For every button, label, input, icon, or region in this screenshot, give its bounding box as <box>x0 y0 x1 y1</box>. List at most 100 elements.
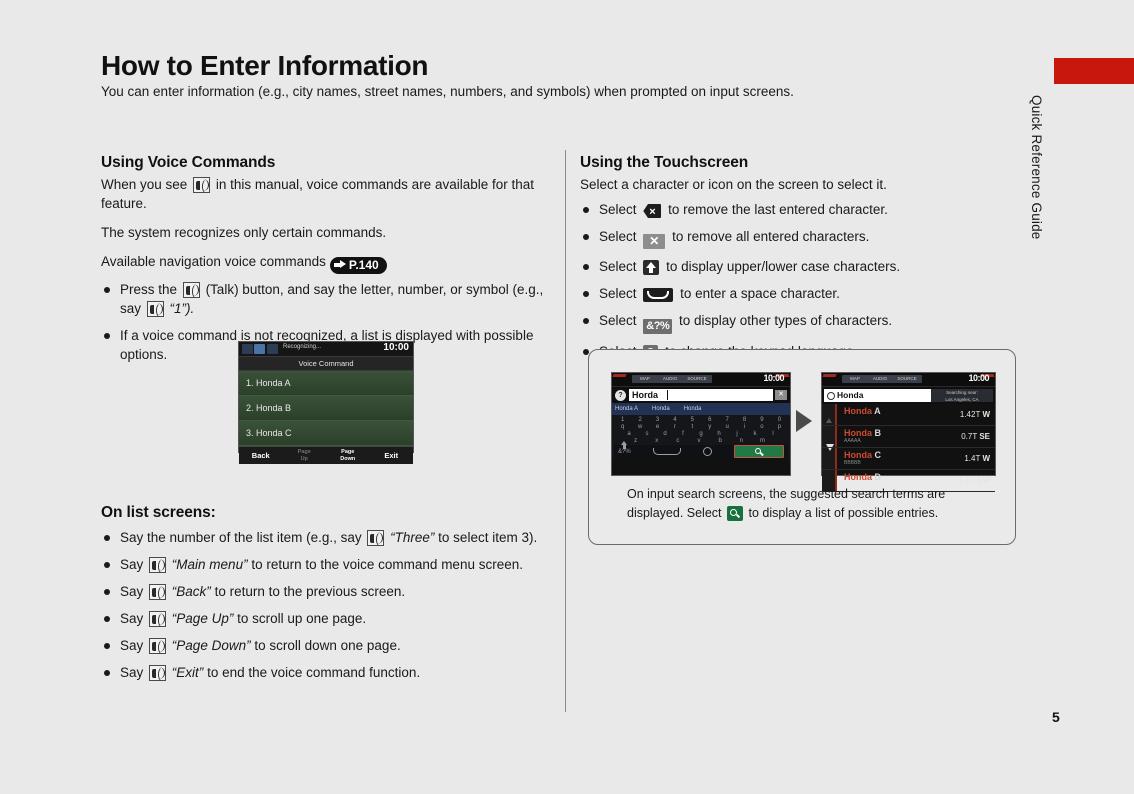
key[interactable]: 2 <box>631 417 648 423</box>
map-button[interactable]: MAP <box>632 375 658 383</box>
key[interactable]: 8 <box>736 417 753 423</box>
key[interactable]: d <box>656 431 674 437</box>
page-up-button[interactable]: Page Up <box>283 449 327 463</box>
symbols-key[interactable]: &?% <box>618 449 631 455</box>
bullet-1-post: “1”). <box>169 301 195 316</box>
caption-part-b: to display a list of possible entries. <box>748 506 939 520</box>
exit-button[interactable]: Exit <box>370 451 414 460</box>
key[interactable]: b <box>710 438 731 444</box>
voice-command-title: Voice Command <box>239 357 413 371</box>
key[interactable]: o <box>753 424 770 430</box>
key[interactable]: m <box>752 438 773 444</box>
decor-left-stripe <box>822 374 837 377</box>
suggestion-item[interactable]: Honda <box>652 406 670 412</box>
search-field[interactable]: Honda <box>824 389 931 402</box>
input-search-illustration: MAP AUDIO SOURCE 10:00 ? Horda ✕ Honda A… <box>588 349 1016 545</box>
map-button[interactable]: MAP <box>842 375 868 383</box>
audio-button[interactable]: AUDIO <box>867 375 893 383</box>
key[interactable]: p <box>771 424 788 430</box>
page-down-button[interactable]: Page Down <box>326 449 370 463</box>
key[interactable]: 3 <box>649 417 666 423</box>
back-button[interactable]: Back <box>239 451 283 460</box>
page-title: How to Enter Information <box>101 50 429 81</box>
key[interactable]: u <box>718 424 735 430</box>
voice-command-list: 1. Honda A 2. Honda B 3. Honda C <box>239 371 413 446</box>
key[interactable]: 0 <box>771 417 788 423</box>
list-item[interactable]: 1. Honda A <box>239 371 413 396</box>
list-item[interactable]: 3. Honda C <box>239 421 413 446</box>
key[interactable]: n <box>731 438 752 444</box>
on-list-screens-heading: On list screens: <box>101 504 216 521</box>
list-item: Select ✕ to remove all entered character… <box>580 227 1020 249</box>
voice-para-1: When you see in this manual, voice comma… <box>101 175 551 213</box>
key[interactable]: 6 <box>701 417 718 423</box>
touchscreen-bullet-list: Select × to remove the last entered char… <box>580 200 1020 361</box>
space-key-icon[interactable] <box>652 448 681 455</box>
key[interactable]: 1 <box>614 417 631 423</box>
table-row[interactable]: Honda B AAAAA 0.7T SE <box>822 426 995 448</box>
key[interactable]: r <box>666 424 683 430</box>
dist-unit: T <box>975 410 981 419</box>
key[interactable]: t <box>684 424 701 430</box>
key[interactable]: a <box>620 431 638 437</box>
voice-para-3: Available navigation voice commands P.140 <box>101 252 551 274</box>
column-divider <box>565 150 566 712</box>
help-icon[interactable]: ? <box>615 389 626 401</box>
key[interactable]: y <box>701 424 718 430</box>
key[interactable]: 4 <box>666 417 683 423</box>
list-item: Say “Back” to return to the previous scr… <box>101 582 551 601</box>
key[interactable]: z <box>625 438 646 444</box>
list-item[interactable]: 2. Honda B <box>239 396 413 421</box>
voice-para-1a: When you see <box>101 177 188 192</box>
key[interactable]: k <box>746 431 764 437</box>
search-key-highlighted[interactable] <box>733 445 784 458</box>
keyboard-row-mid: a s d f g h j k l <box>614 431 788 437</box>
result-distance: 0.7T SE <box>961 432 990 441</box>
table-row[interactable]: Honda A 1.42T W <box>822 404 995 426</box>
source-button[interactable]: SOURCE <box>892 375 922 383</box>
key[interactable]: j <box>728 431 746 437</box>
recognizing-status: Recognizing... <box>283 344 322 350</box>
suggestion-item[interactable]: Honda A <box>615 406 638 412</box>
key[interactable]: i <box>736 424 753 430</box>
key[interactable]: 7 <box>718 417 735 423</box>
table-row[interactable]: Honda C BBBBB 1.4T W <box>822 448 995 470</box>
language-key-icon[interactable] <box>702 447 712 456</box>
page-reference-chip[interactable]: P.140 <box>329 257 387 274</box>
searching-near-tag[interactable]: Searching near: Los Angeles, CA <box>931 389 993 402</box>
result-distance: 1.8T SW <box>959 476 990 485</box>
manual-page: Quick Reference Guide How to Enter Infor… <box>0 0 1134 794</box>
nav-status-bar: Recognizing... 10:00 <box>239 342 413 357</box>
voice-para-2: The system recognizes only certain comma… <box>101 225 387 240</box>
source-button[interactable]: SOURCE <box>682 375 712 383</box>
key[interactable]: e <box>649 424 666 430</box>
search-icon <box>727 506 743 521</box>
lb0-post: to select item 3). <box>438 530 538 545</box>
key[interactable]: 9 <box>753 417 770 423</box>
suggestion-item[interactable]: Honda <box>684 406 702 412</box>
arrow-right-icon <box>333 260 347 269</box>
clock: 10:00 <box>763 373 784 383</box>
result-name-main: Honda <box>844 472 872 482</box>
key[interactable]: v <box>688 438 709 444</box>
key[interactable]: 5 <box>684 417 701 423</box>
key[interactable]: g <box>692 431 710 437</box>
key[interactable]: c <box>667 438 688 444</box>
search-input[interactable]: Horda <box>629 389 773 401</box>
dist-value: 1.42 <box>959 410 976 419</box>
key[interactable]: l <box>764 431 782 437</box>
key[interactable]: x <box>646 438 667 444</box>
search-icon <box>827 391 835 400</box>
key[interactable]: q <box>614 424 631 430</box>
tb1-pre: Select <box>599 229 637 244</box>
search-input-value: Horda <box>632 390 659 400</box>
key[interactable]: s <box>638 431 656 437</box>
clear-all-button[interactable]: ✕ <box>775 390 787 400</box>
status-icon-2 <box>254 344 265 354</box>
key[interactable]: f <box>674 431 692 437</box>
key[interactable]: h <box>710 431 728 437</box>
voice-commands-heading: Using Voice Commands <box>101 154 276 171</box>
audio-button[interactable]: AUDIO <box>657 375 683 383</box>
delete-all-icon: ✕ <box>643 234 666 249</box>
key[interactable]: w <box>631 424 648 430</box>
